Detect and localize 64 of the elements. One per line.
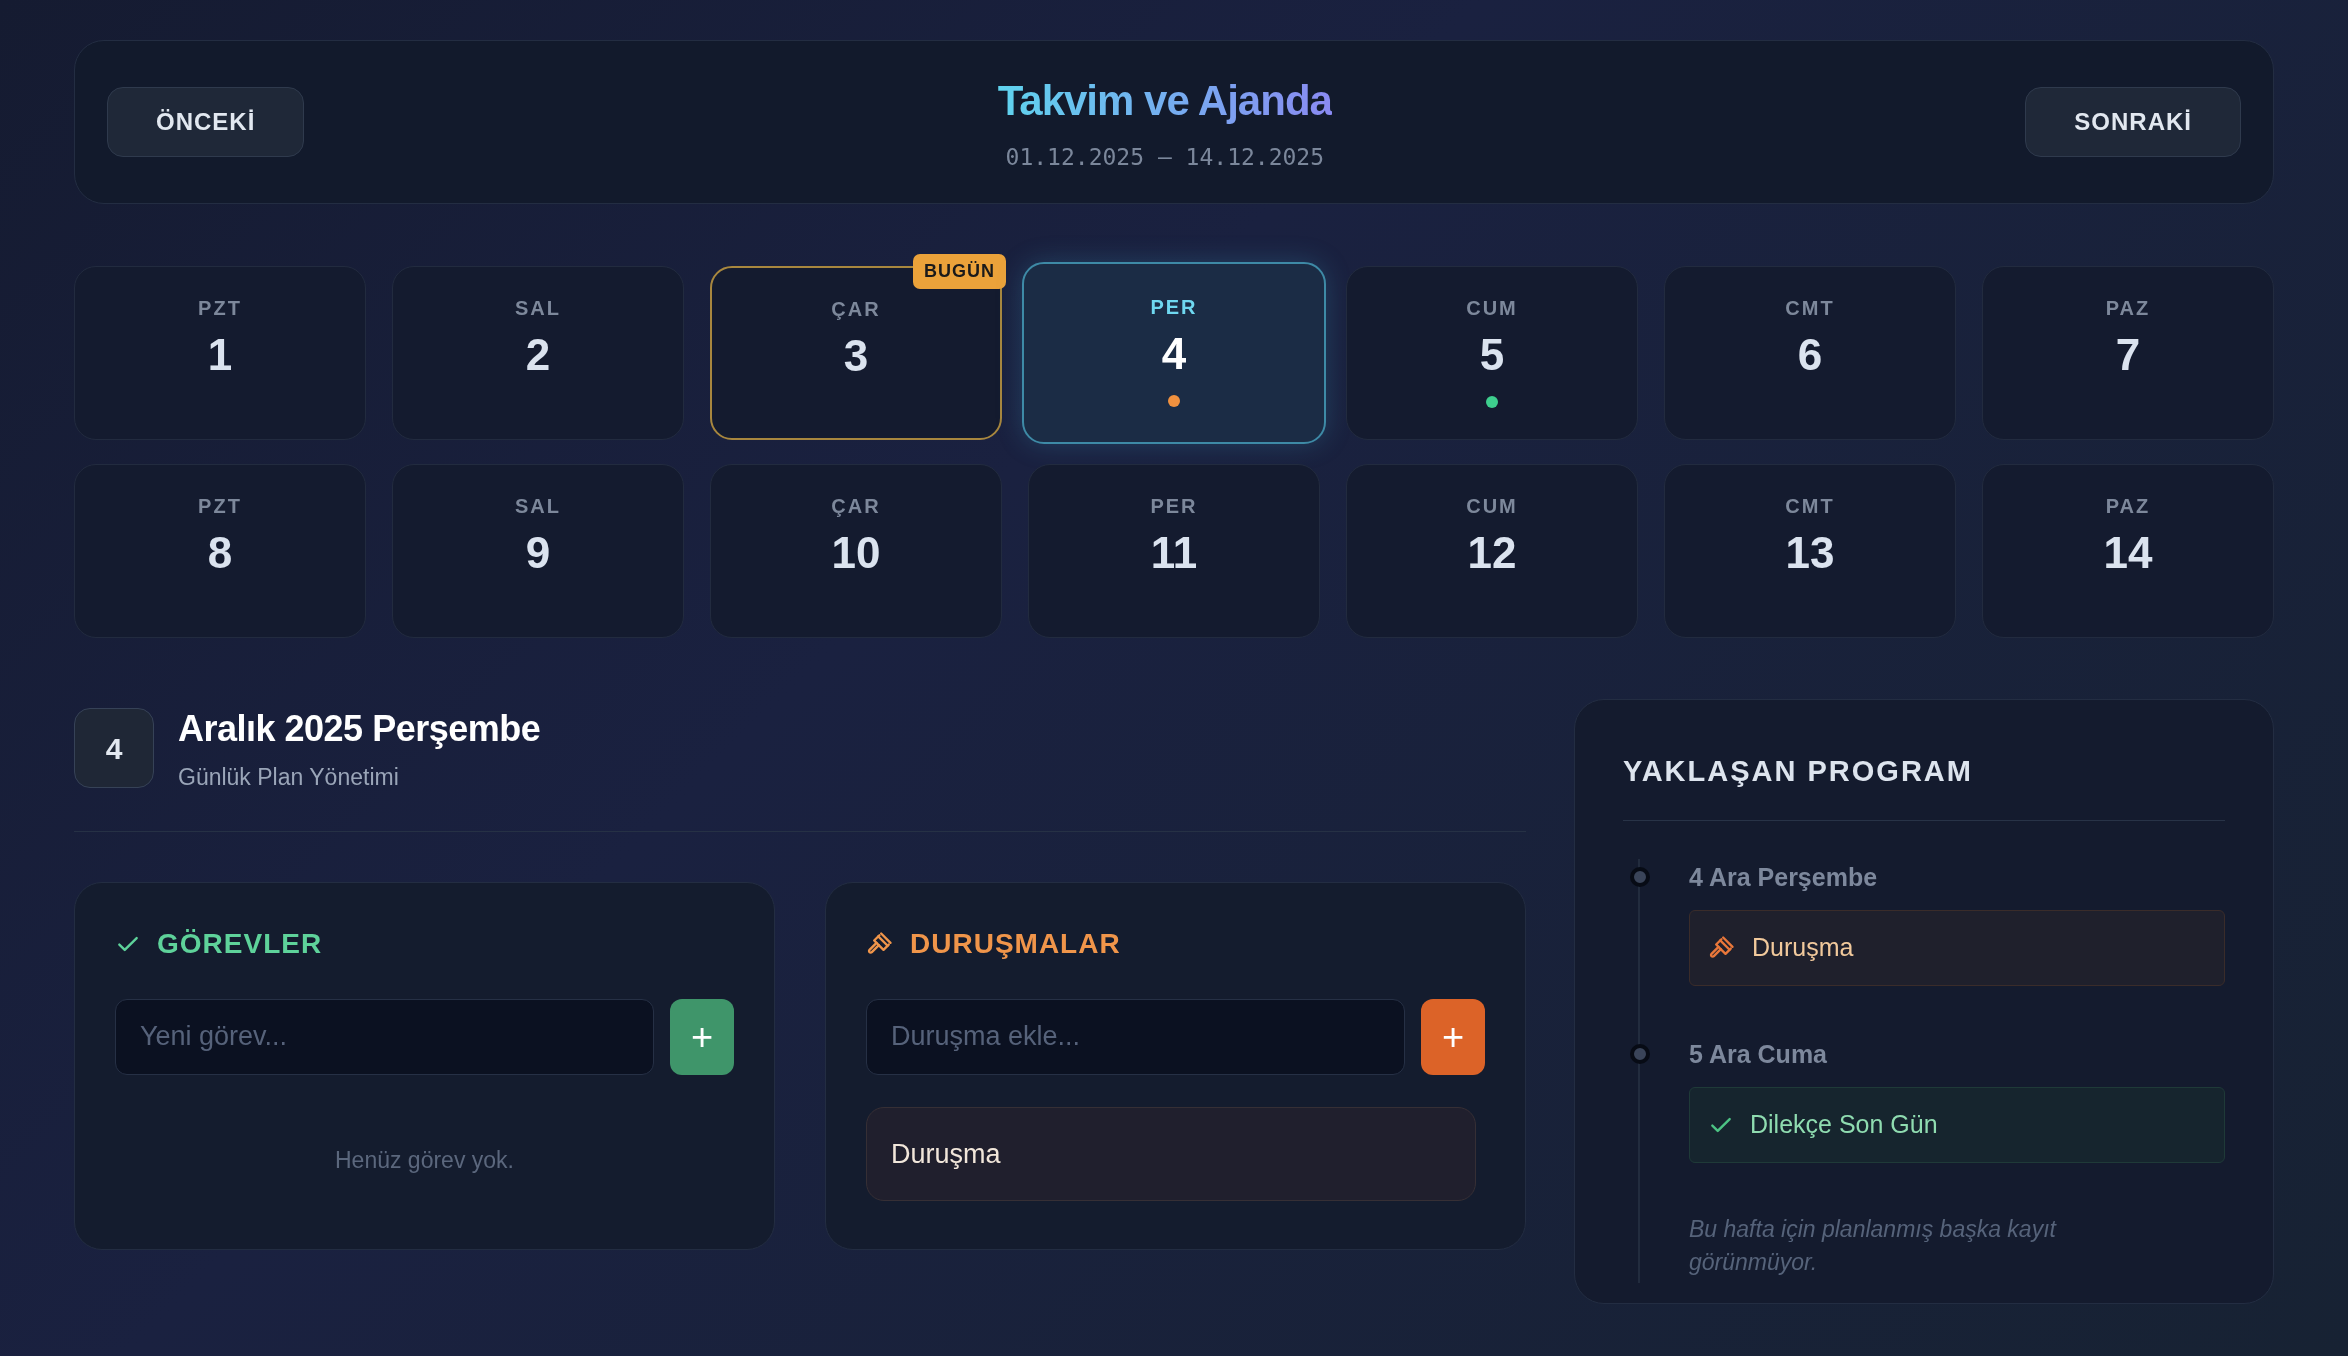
weekday-label: PAZ <box>2105 494 2151 519</box>
day-number: 3 <box>843 330 869 382</box>
task-entry[interactable]: Dilekçe Son Gün <box>1689 1087 2225 1163</box>
day-subtitle: Günlük Plan Yönetimi <box>178 764 399 790</box>
day-card[interactable]: CMT 13 <box>1664 464 1956 638</box>
day-number: 2 <box>525 329 551 381</box>
next-button[interactable]: SONRAKİ <box>2025 87 2241 157</box>
day-number: 1 <box>207 329 233 381</box>
day-card[interactable]: PAZ 14 <box>1982 464 2274 638</box>
day-card[interactable]: PER 11 <box>1028 464 1320 638</box>
add-button[interactable]: + <box>670 998 734 1075</box>
day-card[interactable]: ÇAR 10 <box>710 464 1002 638</box>
day-card[interactable]: PAZ 7 <box>1982 266 2274 440</box>
day-card[interactable]: CUM 5 <box>1346 266 1638 440</box>
day-title: Aralık 2025 Perşembe <box>178 708 541 749</box>
input-field[interactable]: Duruşma ekle... <box>866 998 1405 1075</box>
weekday-label: PER <box>1150 295 1198 320</box>
day-card[interactable]: SAL 2 <box>392 266 684 440</box>
weekday-label: PER <box>1150 494 1198 519</box>
day-number: 12 <box>1467 527 1517 579</box>
day-card[interactable]: PER 4 <box>1022 262 1326 444</box>
weekday-label: SAL <box>515 494 561 519</box>
section-title: GÖREVLER <box>157 926 323 961</box>
day-number: 13 <box>1785 527 1835 579</box>
day-number: 11 <box>1150 527 1198 579</box>
weekday-label: ÇAR <box>831 297 881 322</box>
weekday-label: CUM <box>1466 296 1518 321</box>
day-card[interactable]: CUM 12 <box>1346 464 1638 638</box>
day-card[interactable]: CMT 6 <box>1664 266 1956 440</box>
weekday-label: SAL <box>515 296 561 321</box>
weekday-label: CMT <box>1785 494 1835 519</box>
day-number: 7 <box>2115 329 2141 381</box>
hearing-entry[interactable]: Duruşma <box>1689 910 2225 986</box>
timeline-dot <box>1630 1043 1650 1064</box>
previous-button[interactable]: ÖNCEKİ <box>107 87 305 157</box>
today-badge: BUGÜN <box>913 254 1006 289</box>
timeline-dot <box>1630 866 1650 887</box>
day-number: 4 <box>1161 328 1187 380</box>
add-button[interactable]: + <box>1421 998 1485 1075</box>
weekday-label: CMT <box>1785 296 1835 321</box>
day-card[interactable]: SAL 9 <box>392 464 684 638</box>
empty-note: Bu hafta için planlanmış başka kayıt görünmüyor. <box>1689 1214 2058 1277</box>
input-field[interactable]: Yeni görev... <box>115 998 654 1075</box>
hearing-item[interactable]: Duruşma <box>866 1106 1476 1201</box>
day-number: 10 <box>831 527 881 579</box>
upcoming-title: YAKLAŞAN PROGRAM <box>1623 754 1974 789</box>
empty-message: Henüz görev yok. <box>334 1145 515 1175</box>
day-number: 8 <box>207 527 233 579</box>
day-card[interactable]: PZT 1 <box>74 266 366 440</box>
date-heading: 4 Ara Perşembe <box>1689 862 1878 891</box>
day-number: 6 <box>1797 329 1823 381</box>
day-number: 9 <box>525 527 551 579</box>
date-heading: 5 Ara Cuma <box>1689 1039 1827 1068</box>
day-card[interactable]: PZT 8 <box>74 464 366 638</box>
day-number-tile: 4 <box>74 708 154 789</box>
date-range: 01.12.2025 — 14.12.2025 <box>1005 144 1325 171</box>
weekday-label: PZT <box>198 296 242 321</box>
weekday-label: CUM <box>1466 494 1518 519</box>
weekday-label: PAZ <box>2105 296 2151 321</box>
day-number: 14 <box>2103 527 2153 579</box>
day-number: 5 <box>1479 329 1505 381</box>
weekday-label: ÇAR <box>831 494 881 519</box>
section-title: DURUŞMALAR <box>910 926 1121 961</box>
weekday-label: PZT <box>198 494 242 519</box>
